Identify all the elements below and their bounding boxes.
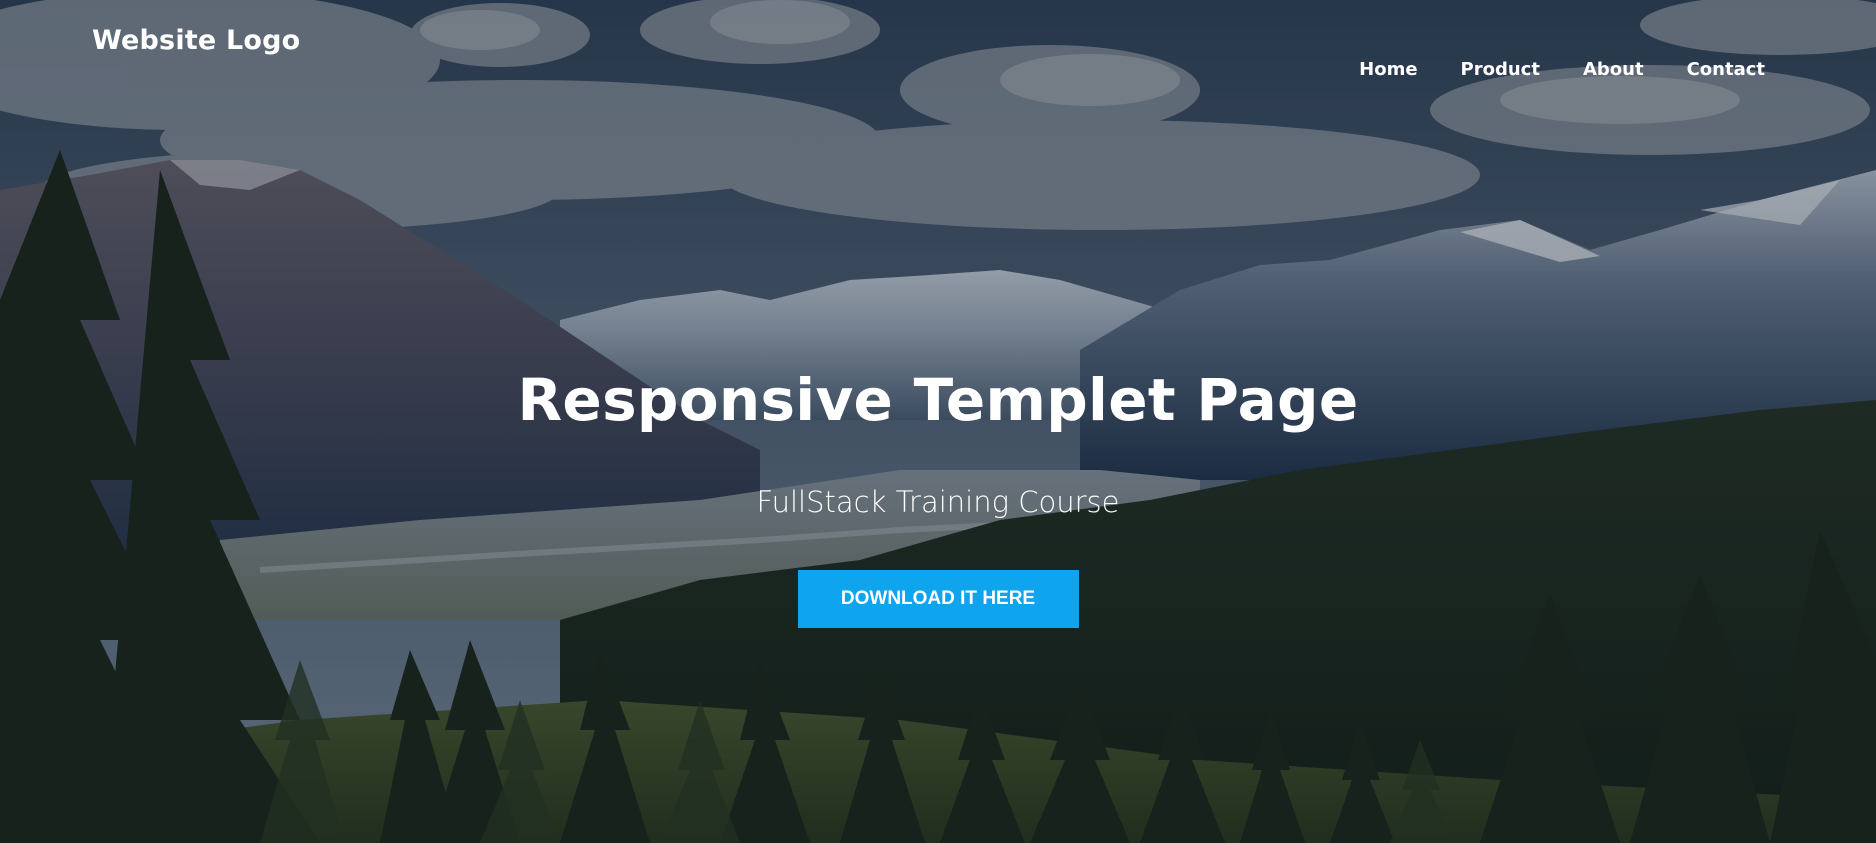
hero-section: Website Logo Home Product About Contact … bbox=[0, 0, 1876, 843]
nav-item-about: About bbox=[1540, 58, 1644, 82]
nav-item-product: Product bbox=[1418, 58, 1540, 82]
nav-item-home: Home bbox=[1316, 58, 1417, 82]
top-navbar: Website Logo Home Product About Contact bbox=[0, 0, 1876, 110]
nav-links: Home Product About Contact bbox=[1316, 58, 1765, 82]
download-button[interactable]: DOWNLOAD IT HERE bbox=[797, 570, 1079, 628]
nav-link-about[interactable]: About bbox=[1583, 58, 1644, 82]
nav-link-home[interactable]: Home bbox=[1359, 58, 1417, 82]
website-logo[interactable]: Website Logo bbox=[92, 25, 300, 56]
nav-link-contact[interactable]: Contact bbox=[1687, 58, 1765, 82]
nav-link-product[interactable]: Product bbox=[1461, 58, 1540, 82]
hero-subtitle: FullStack Training Course bbox=[756, 485, 1120, 519]
hero-content: Responsive Templet Page FullStack Traini… bbox=[0, 360, 1876, 628]
nav-item-contact: Contact bbox=[1644, 58, 1765, 82]
hero-title: Responsive Templet Page bbox=[517, 366, 1359, 434]
